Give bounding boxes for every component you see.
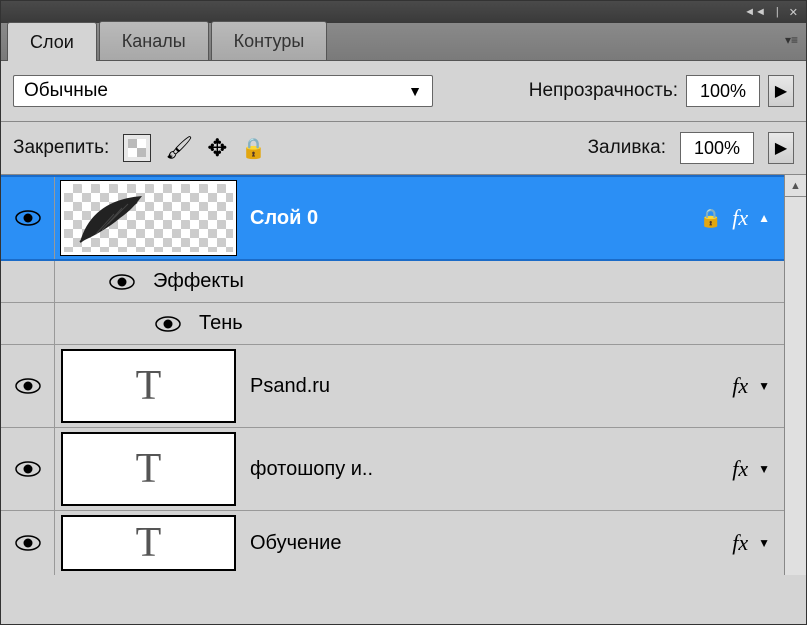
effect-shadow-label: Тень (199, 312, 243, 335)
blend-mode-value: Обычные (24, 80, 108, 102)
tab-channels[interactable]: Каналы (99, 21, 209, 60)
layer-badges: fx ▼ (732, 456, 784, 482)
lock-row: Закрепить: 🖌 ✥ 🔒 Заливка: 100% ▶ (1, 122, 806, 175)
effects-label: Эффекты (153, 270, 244, 293)
opacity-label: Непрозрачность: (529, 80, 678, 102)
visibility-toggle[interactable] (1, 511, 55, 575)
layer-row-3[interactable]: T Обучение fx ▼ (1, 511, 784, 575)
layer-name[interactable]: Слой 0 (250, 207, 700, 230)
blend-mode-dropdown[interactable]: Обычные ▼ (13, 75, 433, 107)
eye-icon (15, 210, 41, 226)
layer-list-container: Слой 0 🔒 fx ▲ Эффекты Тень (1, 175, 806, 575)
layers-panel: ◄◄ | ✕ Слои Каналы Контуры ▾≡ Обычные ▼ … (0, 0, 807, 625)
collapse-effects-icon[interactable]: ▲ (758, 211, 770, 225)
opacity-stepper[interactable]: ▶ (768, 75, 794, 107)
visibility-toggle[interactable] (1, 177, 55, 259)
lock-label: Закрепить: (13, 137, 109, 159)
tab-layers[interactable]: Слои (7, 22, 97, 61)
expand-effects-icon[interactable]: ▼ (758, 462, 770, 476)
effect-shadow-row[interactable]: Тень (1, 303, 784, 345)
layer-name[interactable]: фотошопу и.. (250, 458, 732, 481)
layer-badges: fx ▼ (732, 530, 784, 556)
lock-icons: 🖌 ✥ 🔒 (123, 134, 266, 163)
scrollbar[interactable]: ▲ (784, 175, 806, 575)
expand-effects-icon[interactable]: ▼ (758, 536, 770, 550)
panel-titlebar: ◄◄ | ✕ (1, 1, 806, 23)
scroll-up-icon[interactable]: ▲ (785, 175, 806, 197)
lock-transparency-icon[interactable] (123, 134, 151, 162)
close-icon[interactable]: ✕ (789, 6, 798, 19)
layer-thumbnail[interactable]: T (61, 349, 236, 423)
eye-icon (15, 535, 41, 551)
layer-badges: fx ▼ (732, 373, 784, 399)
blend-row: Обычные ▼ Непрозрачность: 100% ▶ (1, 61, 806, 122)
lock-pixels-icon[interactable]: 🖌 (165, 135, 193, 161)
layer-row-0[interactable]: Слой 0 🔒 fx ▲ (1, 175, 784, 261)
fill-stepper[interactable]: ▶ (768, 132, 794, 164)
fx-icon[interactable]: fx (732, 205, 748, 231)
visibility-toggle[interactable] (1, 345, 55, 427)
eye-icon[interactable] (155, 316, 181, 332)
expand-effects-icon[interactable]: ▼ (758, 379, 770, 393)
text-layer-icon: T (136, 519, 162, 567)
text-layer-icon: T (136, 445, 162, 493)
lock-all-icon[interactable]: 🔒 (241, 136, 266, 161)
panel-menu-icon[interactable]: ▾≡ (785, 33, 798, 47)
fx-icon[interactable]: fx (732, 373, 748, 399)
layer-name[interactable]: Обучение (250, 532, 732, 555)
layer-row-2[interactable]: T фотошопу и.. fx ▼ (1, 428, 784, 511)
lock-position-icon[interactable]: ✥ (207, 134, 227, 163)
fx-icon[interactable]: fx (732, 456, 748, 482)
tab-paths[interactable]: Контуры (211, 21, 328, 60)
feather-icon (72, 190, 152, 250)
text-layer-icon: T (136, 362, 162, 410)
layer-thumbnail[interactable]: T (61, 432, 236, 506)
layer-name[interactable]: Psand.ru (250, 375, 732, 398)
eye-icon (15, 461, 41, 477)
layer-badges: 🔒 fx ▲ (700, 205, 784, 231)
visibility-toggle[interactable] (1, 428, 55, 510)
lock-icon: 🔒 (700, 208, 722, 229)
separator-icon: | (776, 6, 779, 18)
collapse-icon[interactable]: ◄◄ (744, 6, 766, 18)
effects-group-row[interactable]: Эффекты (1, 261, 784, 303)
opacity-input[interactable]: 100% (686, 75, 760, 107)
tab-bar: Слои Каналы Контуры ▾≡ (1, 23, 806, 61)
layer-list: Слой 0 🔒 fx ▲ Эффекты Тень (1, 175, 784, 575)
layer-row-1[interactable]: T Psand.ru fx ▼ (1, 345, 784, 428)
fx-icon[interactable]: fx (732, 530, 748, 556)
dropdown-arrow-icon: ▼ (408, 83, 422, 99)
layer-thumbnail[interactable] (61, 181, 236, 255)
fill-label: Заливка: (588, 137, 666, 159)
eye-icon[interactable] (109, 274, 135, 290)
fill-input[interactable]: 100% (680, 132, 754, 164)
eye-icon (15, 378, 41, 394)
layer-thumbnail[interactable]: T (61, 515, 236, 571)
